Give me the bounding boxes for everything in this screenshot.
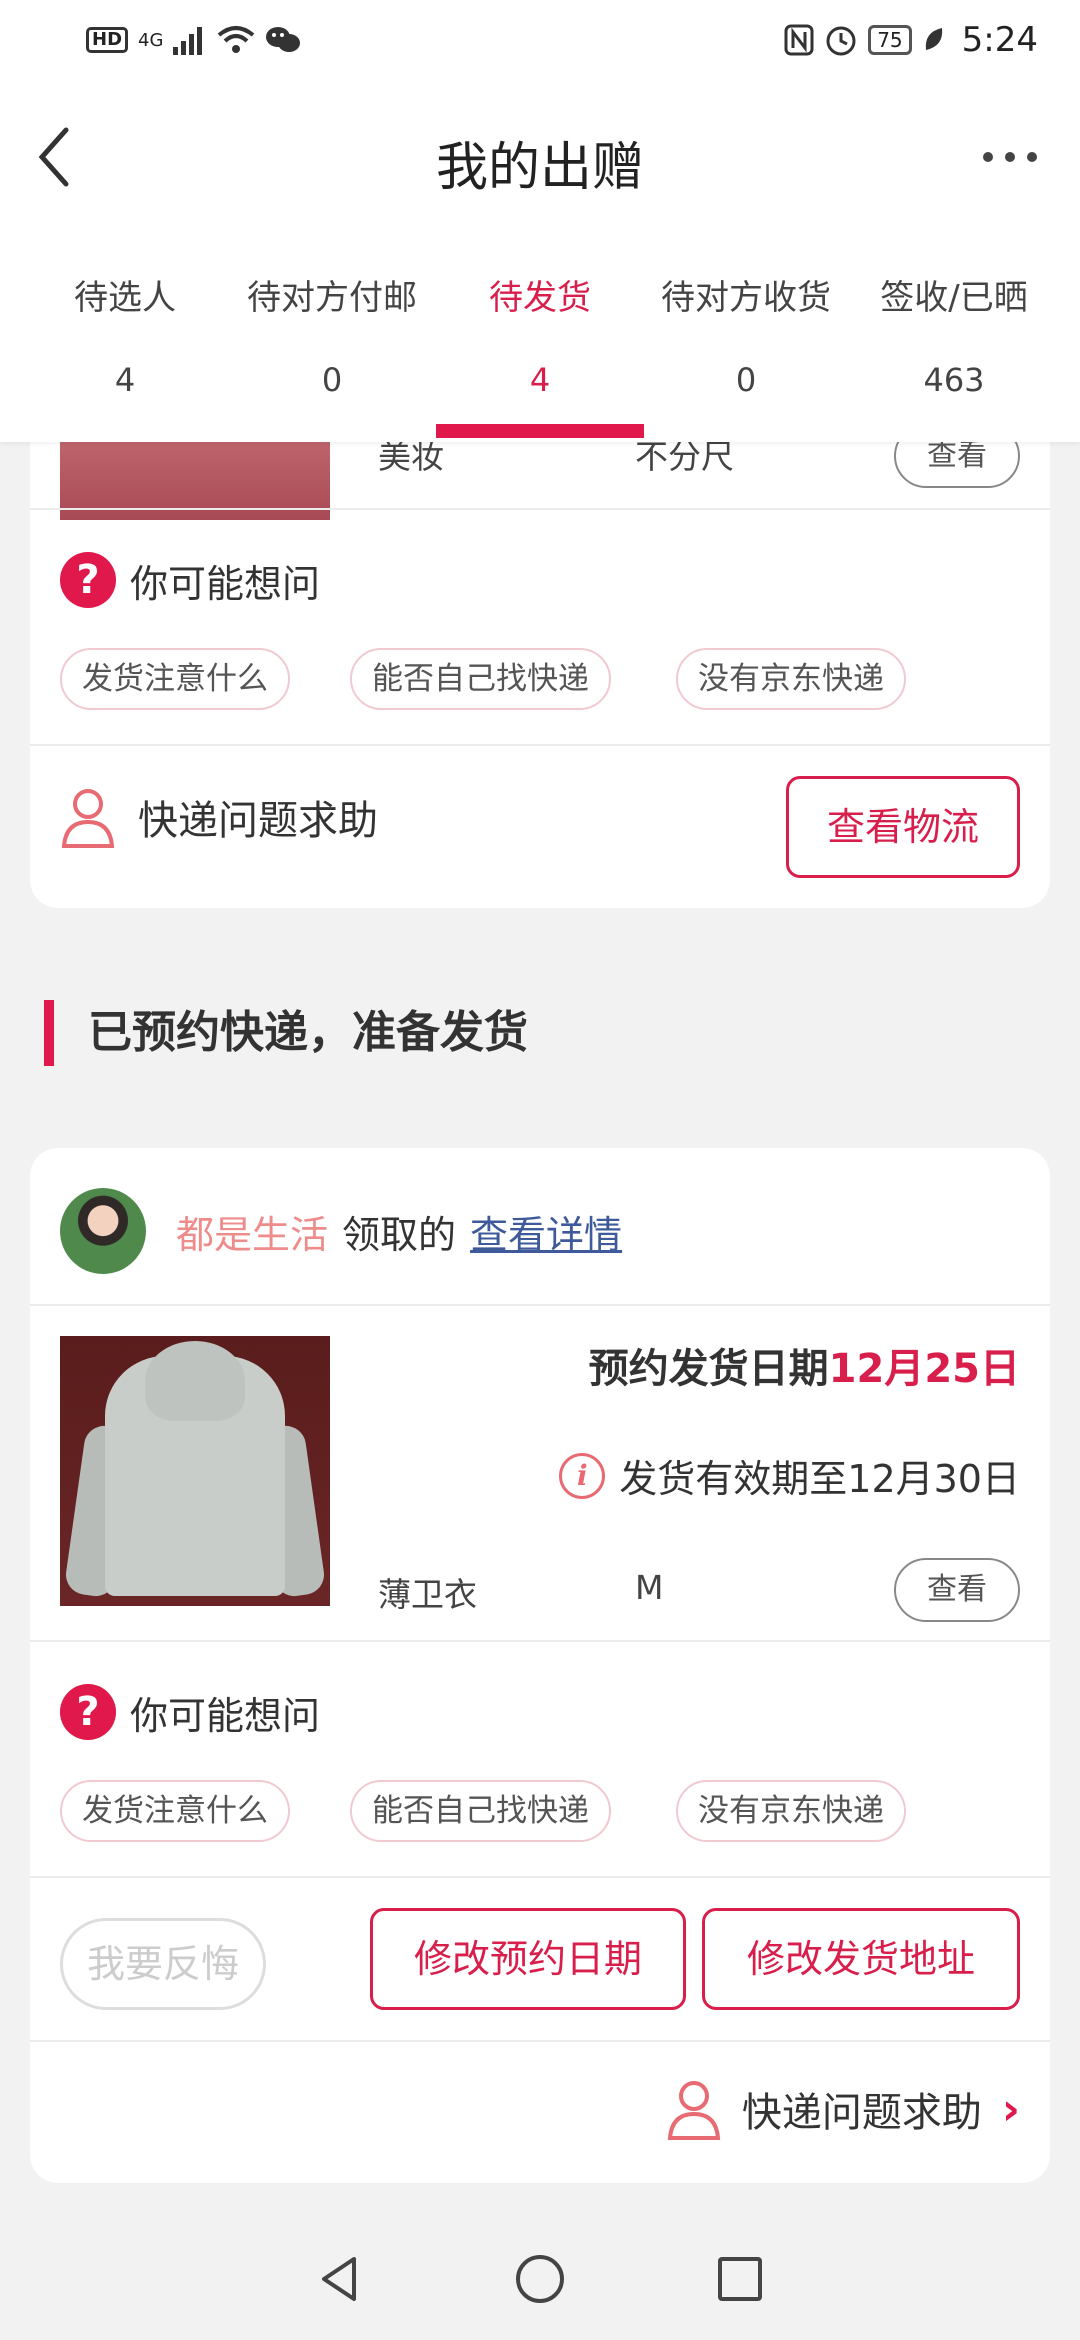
help-label: 快递问题求助 bbox=[741, 2090, 982, 2136]
validity-row: i 发货有效期至12月30日 bbox=[559, 1448, 1020, 1503]
validity-text: 发货有效期至12月30日 bbox=[619, 1457, 1020, 1501]
info-icon: i bbox=[559, 1452, 606, 1499]
status-left: HD 4G bbox=[86, 25, 301, 55]
view-logistics-button[interactable]: 查看物流 bbox=[786, 776, 1020, 878]
tab-count: 4 bbox=[529, 361, 551, 399]
courier-help[interactable]: 快递问题求助 bbox=[60, 786, 378, 848]
avatar[interactable] bbox=[60, 1188, 146, 1274]
signal-icon bbox=[173, 27, 203, 55]
product-category: 薄卫衣 bbox=[378, 1575, 477, 1614]
tab-signed-shared[interactable]: 签收/已晒 463 bbox=[854, 270, 1054, 399]
leaf-icon bbox=[925, 28, 942, 50]
help-label: 快递问题求助 bbox=[138, 798, 378, 844]
modify-address-button[interactable]: 修改发货地址 bbox=[702, 1908, 1020, 2010]
faq-chip[interactable]: 没有京东快递 bbox=[676, 1780, 906, 1842]
wifi-icon bbox=[218, 26, 255, 53]
alarm-icon bbox=[826, 26, 856, 56]
nfc-icon bbox=[784, 24, 814, 56]
divider bbox=[30, 508, 1050, 510]
network-type: 4G bbox=[138, 29, 164, 51]
tab-count: 4 bbox=[114, 361, 136, 399]
modify-date-button[interactable]: 修改预约日期 bbox=[370, 1908, 686, 2010]
faq-chip[interactable]: 能否自己找快递 bbox=[350, 1780, 611, 1842]
product-image[interactable] bbox=[60, 1336, 330, 1606]
tab-count: 463 bbox=[923, 361, 985, 399]
tab-label: 待对方收货 bbox=[661, 278, 831, 318]
tab-pending-shipment[interactable]: 待发货 4 bbox=[440, 270, 640, 399]
claimed-text: 领取的 bbox=[342, 1212, 457, 1257]
product-size: M bbox=[635, 1568, 664, 1607]
faq-label: 你可能想问 bbox=[130, 1693, 321, 1738]
shipment-card: 美妆 不分尺 查看 ? 你可能想问 发货注意什么 能否自己找快递 没有京东快递 … bbox=[30, 380, 1050, 908]
tab-pending-select[interactable]: 待选人 4 bbox=[25, 270, 225, 399]
faq-label: 你可能想问 bbox=[130, 561, 321, 606]
battery-level: 75 bbox=[868, 25, 912, 55]
ship-date-label: 预约发货日期 bbox=[588, 1346, 829, 1392]
page-title: 我的出赠 bbox=[435, 138, 644, 198]
divider bbox=[30, 1876, 1050, 1878]
ship-date-value: 12月25日 bbox=[828, 1346, 1020, 1392]
app-header: 我的出赠 bbox=[0, 80, 1080, 230]
active-tab-indicator bbox=[436, 424, 644, 438]
claimer-name[interactable]: 都是生活 bbox=[176, 1204, 328, 1259]
clock: 5:24 bbox=[961, 20, 1038, 60]
question-icon: ? bbox=[60, 552, 116, 608]
view-details-link[interactable]: 查看详情 bbox=[470, 1204, 622, 1259]
nav-back-icon[interactable] bbox=[310, 2249, 370, 2309]
hd-indicator: HD bbox=[86, 27, 129, 53]
nav-home-icon[interactable] bbox=[510, 2249, 570, 2309]
tab-count: 0 bbox=[735, 361, 757, 399]
faq-title: ? 你可能想问 bbox=[60, 1684, 320, 1740]
nav-recents-icon[interactable] bbox=[710, 2249, 770, 2309]
system-nav-bar bbox=[0, 2218, 1080, 2340]
faq-chip[interactable]: 发货注意什么 bbox=[60, 1780, 290, 1842]
divider bbox=[30, 2040, 1050, 2042]
divider bbox=[30, 1304, 1050, 1306]
tab-label: 待选人 bbox=[74, 278, 176, 318]
tab-pending-receipt[interactable]: 待对方收货 0 bbox=[646, 270, 846, 399]
faq-title: ? 你可能想问 bbox=[60, 552, 320, 608]
divider bbox=[30, 1640, 1050, 1642]
ship-date: 预约发货日期12月25日 bbox=[589, 1336, 1020, 1394]
tab-pending-postage[interactable]: 待对方付邮 0 bbox=[232, 270, 432, 399]
regret-button[interactable]: 我要反悔 bbox=[60, 1918, 266, 2010]
sweater-hood bbox=[145, 1341, 245, 1421]
status-bar: HD 4G 75 5:24 bbox=[0, 0, 1080, 80]
question-icon: ? bbox=[60, 1684, 116, 1740]
faq-chip[interactable]: 能否自己找快递 bbox=[350, 648, 611, 710]
status-tabs: 待选人 4 待对方付邮 0 待发货 4 待对方收货 0 签收/已晒 463 bbox=[0, 230, 1080, 442]
tab-label: 签收/已晒 bbox=[880, 278, 1028, 318]
faq-chip[interactable]: 没有京东快递 bbox=[676, 648, 906, 710]
tab-count: 0 bbox=[321, 361, 343, 399]
faq-chip[interactable]: 发货注意什么 bbox=[60, 648, 290, 710]
wechat-icon bbox=[266, 27, 301, 52]
person-icon bbox=[667, 2081, 721, 2140]
claimer-row: 都是生活 领取的 查看详情 bbox=[60, 1188, 622, 1274]
chevron-right-icon: › bbox=[1001, 2083, 1020, 2135]
tab-label: 待发货 bbox=[489, 278, 591, 318]
shipment-card: 都是生活 领取的 查看详情 预约发货日期12月25日 i 发货有效期至12月30… bbox=[30, 1148, 1050, 2183]
section-title: 已预约快递，准备发货 bbox=[44, 1000, 528, 1066]
divider bbox=[30, 744, 1050, 746]
status-right: 75 5:24 bbox=[784, 20, 1038, 60]
tab-label: 待对方付邮 bbox=[247, 278, 417, 318]
more-options-icon[interactable] bbox=[980, 142, 1040, 172]
person-icon bbox=[61, 789, 115, 848]
courier-help[interactable]: 快递问题求助 › bbox=[666, 2078, 1020, 2140]
view-button[interactable]: 查看 bbox=[894, 1558, 1020, 1622]
